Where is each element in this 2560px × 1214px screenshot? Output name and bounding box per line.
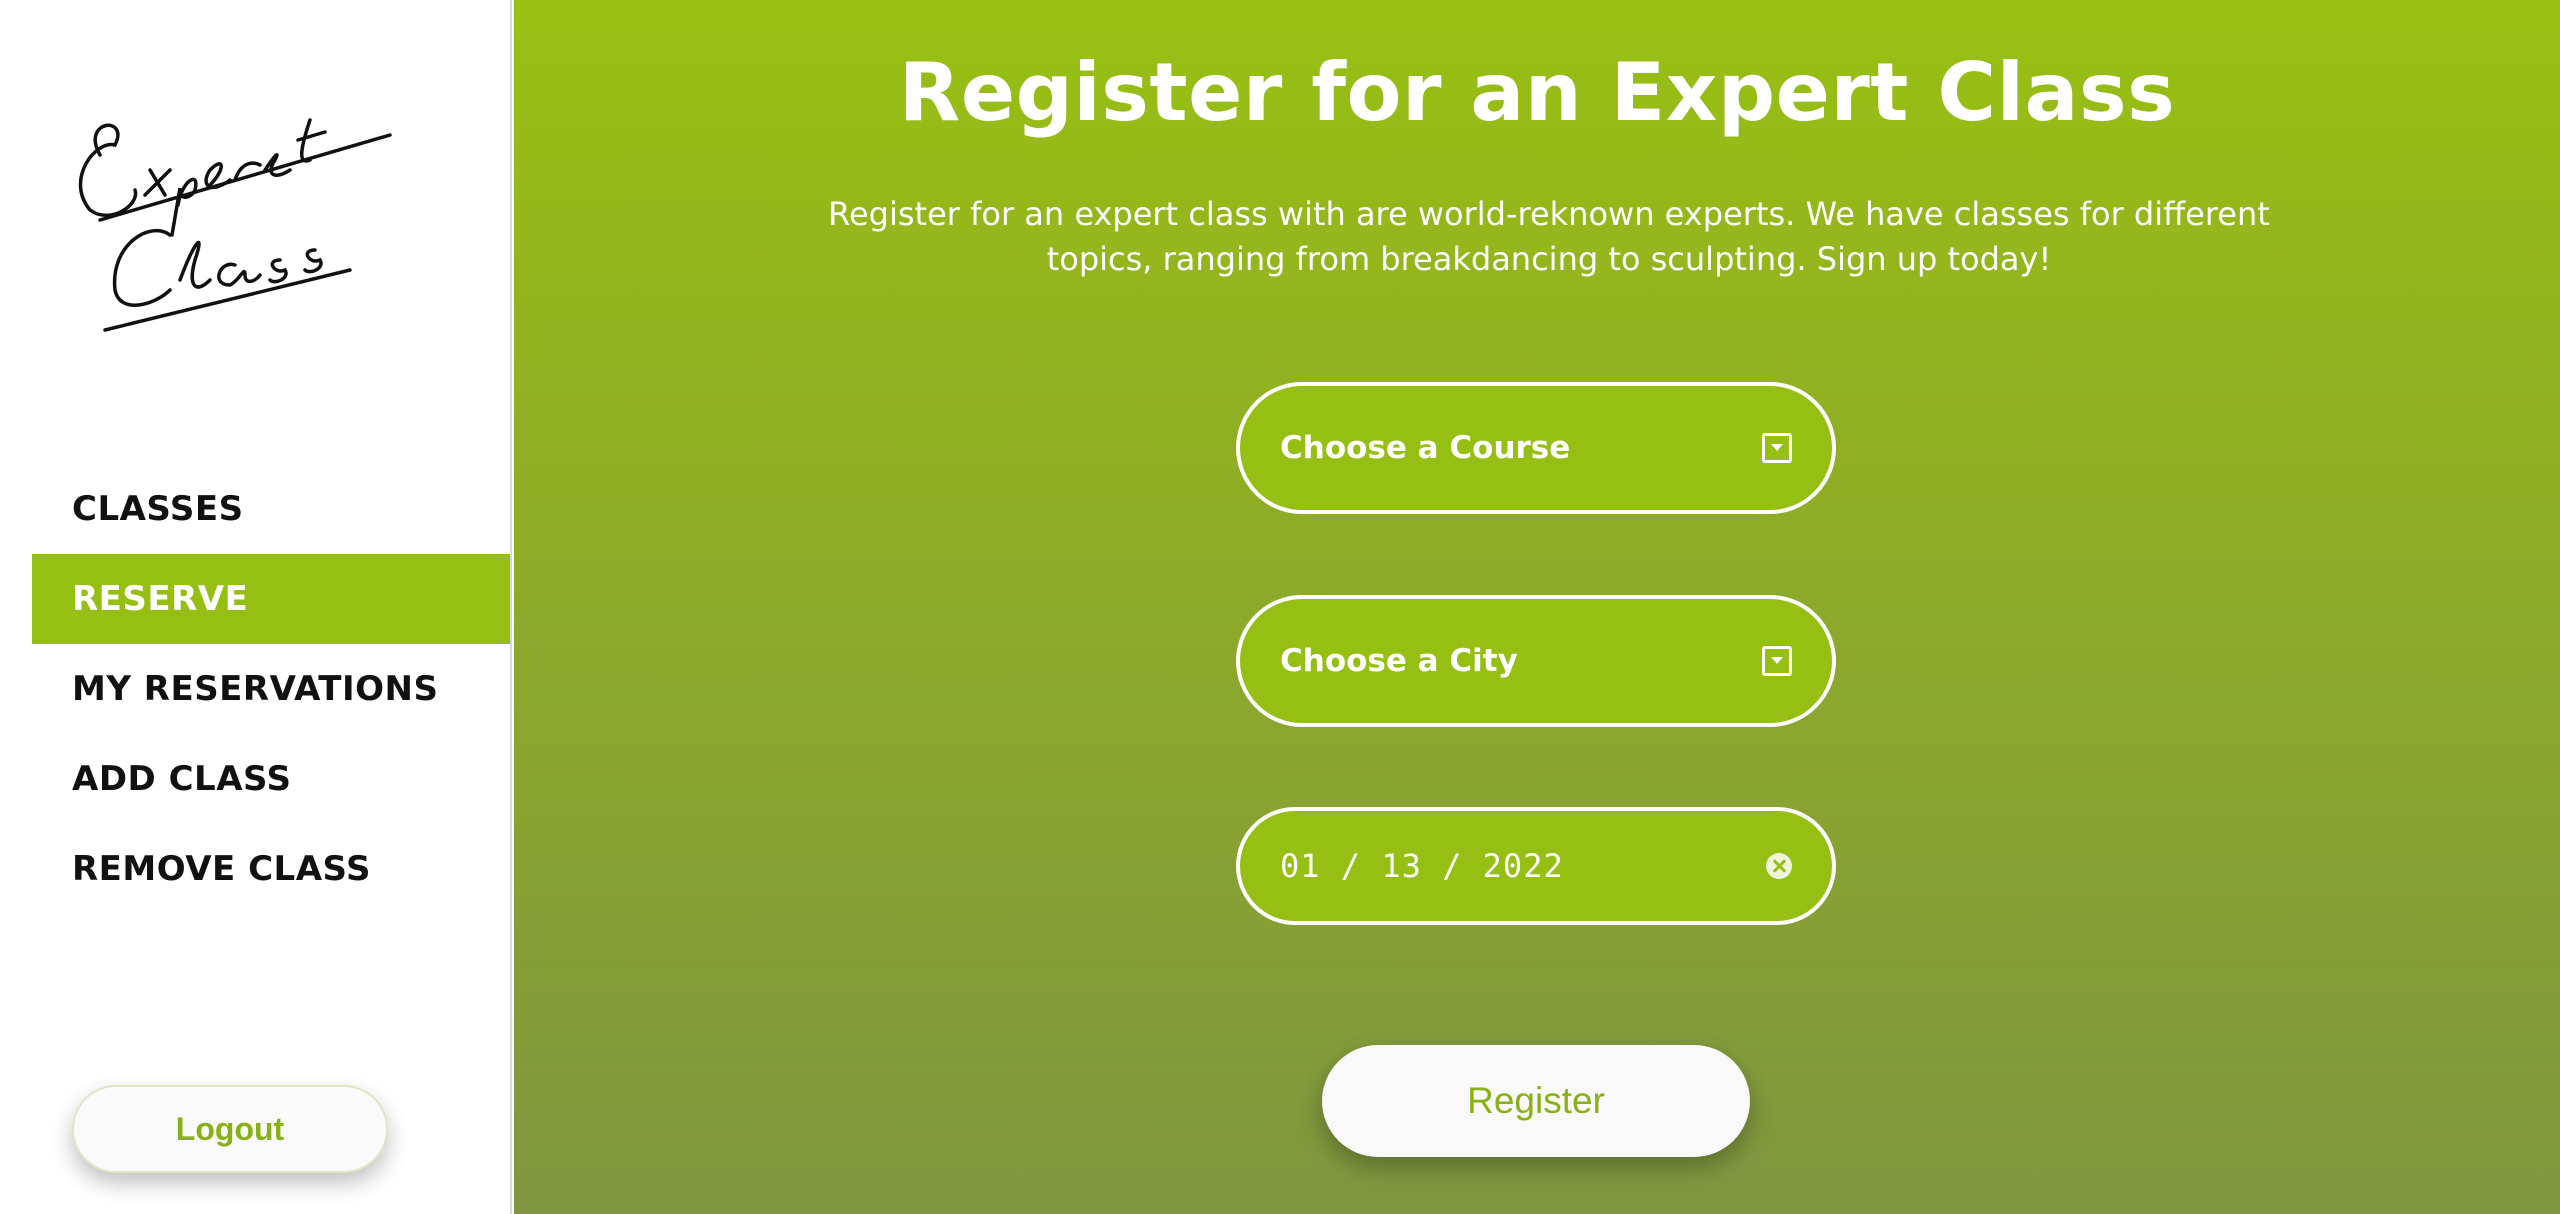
page-description: Register for an expert class with are wo… — [828, 195, 2270, 278]
sidebar-item-reserve[interactable]: RESERVE — [32, 554, 510, 644]
city-select-label: Choose a City — [1280, 643, 1518, 679]
sidebar: CLASSES RESERVE MY RESERVATIONS ADD CLAS… — [0, 0, 512, 1214]
sidebar-item-my-reservations[interactable]: MY RESERVATIONS — [32, 644, 510, 734]
sidebar-item-remove-class[interactable]: REMOVE CLASS — [32, 824, 510, 914]
date-input[interactable]: 01 / 13 / 2022 — [1236, 807, 1836, 925]
date-value[interactable]: 01 / 13 / 2022 — [1280, 847, 1564, 885]
dropdown-icon — [1762, 433, 1792, 463]
city-select[interactable]: Choose a City — [1236, 595, 1836, 727]
page-title: Register for an Expert Class — [898, 46, 2176, 139]
expert-class-logo[interactable] — [60, 60, 410, 350]
logout-button[interactable]: Logout — [72, 1085, 388, 1173]
course-select[interactable]: Choose a Course — [1236, 382, 1836, 514]
sidebar-item-classes[interactable]: CLASSES — [32, 464, 510, 554]
sidebar-nav: CLASSES RESERVE MY RESERVATIONS ADD CLAS… — [32, 464, 510, 914]
sidebar-item-add-class[interactable]: ADD CLASS — [32, 734, 510, 824]
dropdown-icon — [1762, 646, 1792, 676]
main-content: Register for an Expert Class Register fo… — [514, 0, 2560, 1214]
register-button[interactable]: Register — [1322, 1045, 1750, 1157]
clear-icon[interactable] — [1766, 853, 1792, 879]
course-select-label: Choose a Course — [1280, 430, 1571, 466]
